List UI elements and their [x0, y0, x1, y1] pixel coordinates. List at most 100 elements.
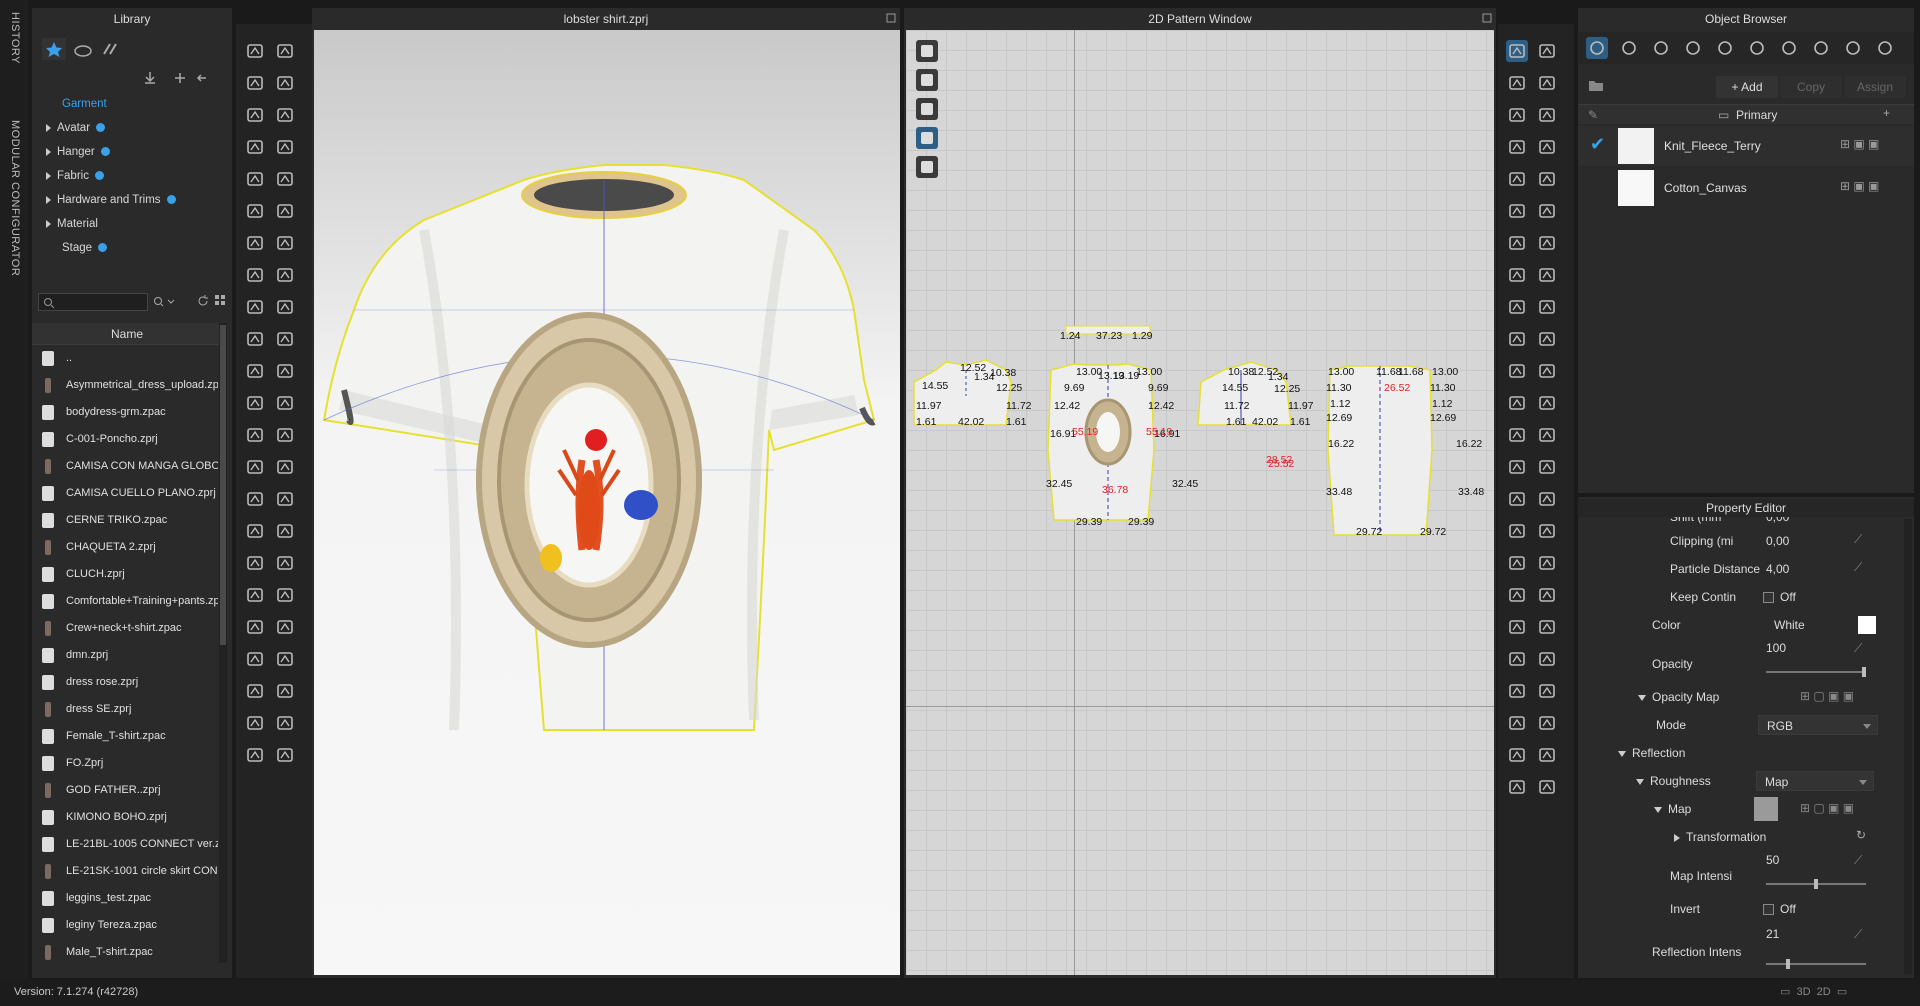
- object-browser-tab-icon[interactable]: [1746, 37, 1768, 59]
- list-item[interactable]: GOD FATHER..zprj: [32, 777, 218, 804]
- history-tab[interactable]: HISTORY: [9, 12, 21, 64]
- add-icon[interactable]: [172, 70, 188, 89]
- color-swatch[interactable]: [1858, 616, 1876, 634]
- tool-icon[interactable]: [244, 168, 266, 190]
- tool-icon[interactable]: [1506, 104, 1528, 126]
- tool-icon[interactable]: [1506, 200, 1528, 222]
- tool-icon[interactable]: [274, 360, 296, 382]
- opacity-map-row[interactable]: Opacity Map ⊞ ▢ ▣ ▣: [1578, 683, 1908, 711]
- tool-icon[interactable]: [1536, 168, 1558, 190]
- object-browser-tab-icon[interactable]: [1682, 37, 1704, 59]
- tool-icon[interactable]: [1536, 136, 1558, 158]
- tool-icon[interactable]: [1506, 168, 1528, 190]
- list-item[interactable]: FO.Zprj: [32, 750, 218, 777]
- list-item[interactable]: Crew+neck+t-shirt.zpac: [32, 615, 218, 642]
- reflection-intensity-value[interactable]: 21: [1766, 927, 1779, 941]
- tool-icon[interactable]: [1506, 40, 1528, 62]
- list-item[interactable]: Asymmetrical_dress_upload.zpr: [32, 372, 218, 399]
- tool-icon[interactable]: [1536, 264, 1558, 286]
- tool-icon[interactable]: [244, 40, 266, 62]
- tool-icon[interactable]: [244, 424, 266, 446]
- map-intensity-value[interactable]: 50: [1766, 853, 1779, 867]
- tool-icon[interactable]: [1536, 744, 1558, 766]
- tool-icon[interactable]: [1506, 520, 1528, 542]
- object-browser-tab-icon[interactable]: [1650, 37, 1672, 59]
- object-browser-tab-icon[interactable]: [1778, 37, 1800, 59]
- list-item[interactable]: CAMISA CUELLO PLANO.zprj: [32, 480, 218, 507]
- tool-icon[interactable]: [1536, 104, 1558, 126]
- tool-icon[interactable]: [274, 104, 296, 126]
- tool-icon[interactable]: [274, 264, 296, 286]
- tree-item-material[interactable]: Material: [46, 212, 226, 236]
- tool-icon[interactable]: [1506, 264, 1528, 286]
- tool-icon[interactable]: [1536, 296, 1558, 318]
- tool-icon[interactable]: [274, 712, 296, 734]
- tree-item-fabric[interactable]: Fabric: [46, 164, 226, 188]
- tree-item-garment[interactable]: Garment: [46, 92, 226, 116]
- tool-icon[interactable]: [274, 136, 296, 158]
- roughness-dropdown[interactable]: Map: [1756, 771, 1874, 791]
- tool-icon[interactable]: [1536, 360, 1558, 382]
- tool-icon[interactable]: [244, 104, 266, 126]
- fabric-item[interactable]: Cotton_Canvas ⊞ ▣ ▣: [1578, 168, 1914, 208]
- tool-icon[interactable]: [1536, 200, 1558, 222]
- pattern-pieces[interactable]: [906, 30, 1494, 975]
- tool-icon[interactable]: [244, 264, 266, 286]
- transformation-row[interactable]: Transformation ↻: [1578, 823, 1908, 851]
- files-column-header[interactable]: Name: [32, 323, 222, 345]
- view-mode-icons[interactable]: ▭ 3D 2D ▭: [1780, 985, 1847, 998]
- fabric-action-icons[interactable]: ⊞ ▣ ▣: [1840, 137, 1879, 151]
- library-search-input[interactable]: [38, 293, 148, 311]
- tool-icon[interactable]: [274, 680, 296, 702]
- tree-item-hardware[interactable]: Hardware and Trims: [46, 188, 226, 212]
- tool-icon[interactable]: [1506, 744, 1528, 766]
- tool-icon[interactable]: [1536, 552, 1558, 574]
- object-browser-tab-icon[interactable]: [1618, 37, 1640, 59]
- map-action-icons[interactable]: ⊞ ▢ ▣ ▣: [1800, 689, 1854, 703]
- tool-icon[interactable]: [244, 616, 266, 638]
- tool-icon[interactable]: [1536, 40, 1558, 62]
- mode-dropdown[interactable]: RGB: [1758, 715, 1878, 735]
- list-item[interactable]: Male_T-shirt.zpac: [32, 939, 218, 966]
- list-item[interactable]: CAMISA CON MANGA GLOBO ...: [32, 453, 218, 480]
- list-item[interactable]: Female_T-shirt.zpac: [32, 723, 218, 750]
- primary-header[interactable]: ✎ ▭ Primary +: [1578, 104, 1914, 124]
- add-button[interactable]: + Add: [1716, 76, 1778, 98]
- list-item[interactable]: CHAQUETA 2.zprj: [32, 534, 218, 561]
- refresh-icon[interactable]: [196, 294, 210, 311]
- list-item[interactable]: LE-21SK-1001 circle skirt CON...: [32, 858, 218, 885]
- cloud-icon[interactable]: [72, 40, 94, 58]
- tool-icon[interactable]: [244, 360, 266, 382]
- invert-checkbox[interactable]: [1763, 904, 1774, 915]
- tool-icon[interactable]: [244, 552, 266, 574]
- tool-icon[interactable]: [1536, 424, 1558, 446]
- object-browser-tab-icon[interactable]: [1586, 37, 1608, 59]
- particle-value[interactable]: 4,00: [1766, 562, 1789, 576]
- tool-icon[interactable]: [1506, 360, 1528, 382]
- folder-icon[interactable]: [1588, 78, 1604, 95]
- edit-icon[interactable]: ⟋: [1854, 927, 1862, 942]
- object-browser-tab-icon[interactable]: [1842, 37, 1864, 59]
- list-item[interactable]: CERNE TRIKO.zpac: [32, 507, 218, 534]
- tool-icon[interactable]: [1536, 776, 1558, 798]
- tool-icon[interactable]: [274, 648, 296, 670]
- list-item[interactable]: LE-21BL-1005 CONNECT ver.zp: [32, 831, 218, 858]
- edit-icon[interactable]: ✎: [1588, 108, 1598, 122]
- tool-icon[interactable]: [274, 392, 296, 414]
- fabric-action-icons[interactable]: ⊞ ▣ ▣: [1840, 179, 1879, 193]
- tool-icon[interactable]: [274, 552, 296, 574]
- tool-icon[interactable]: [1506, 648, 1528, 670]
- tool-icon[interactable]: [1506, 424, 1528, 446]
- tool-icon[interactable]: [1536, 520, 1558, 542]
- search-filter-icon[interactable]: [152, 294, 176, 313]
- fabric-item[interactable]: ✔ Knit_Fleece_Terry ⊞ ▣ ▣: [1578, 126, 1914, 166]
- tool-icon[interactable]: [1506, 712, 1528, 734]
- tool-icon[interactable]: [274, 744, 296, 766]
- tool-icon[interactable]: [244, 72, 266, 94]
- tool-icon[interactable]: [1536, 616, 1558, 638]
- clipping-value[interactable]: 0,00: [1766, 534, 1789, 548]
- tool-icon[interactable]: [274, 584, 296, 606]
- favorites-star-icon[interactable]: [42, 38, 66, 60]
- list-item[interactable]: dress rose.zprj: [32, 669, 218, 696]
- tool-icon[interactable]: [274, 168, 296, 190]
